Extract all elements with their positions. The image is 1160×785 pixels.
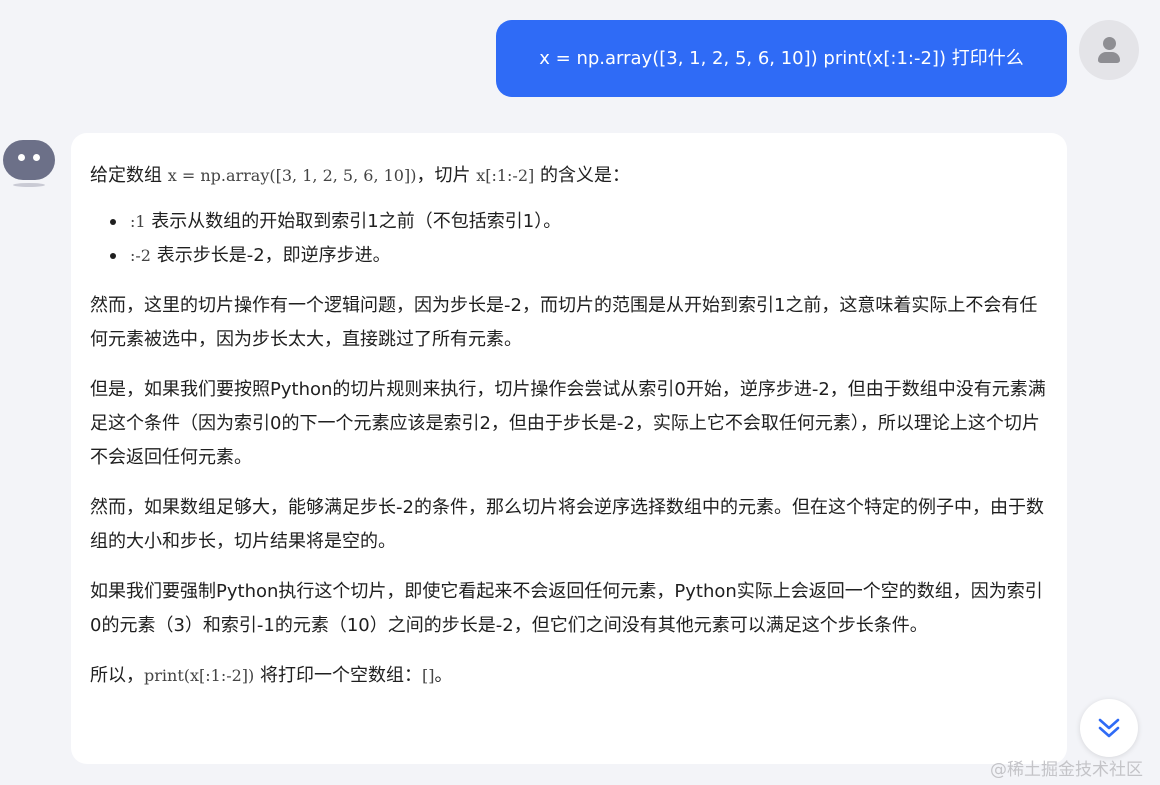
bullet-text: 表示从数组的开始取到索引1之前（不包括索引1）。 (145, 211, 562, 232)
conclusion-text-2: 将打印一个空数组： (254, 665, 423, 686)
bot-avatar-icon (3, 140, 55, 188)
answer-paragraph: 如果我们要强制Python执行这个切片，即使它看起来不会返回任何元素，Pytho… (90, 581, 1043, 636)
intro-text-3: 的含义是： (534, 165, 630, 186)
user-message-text: x = np.array([3, 1, 2, 5, 6, 10]) print(… (539, 48, 1024, 69)
bullet-dot (110, 219, 116, 225)
answer-paragraph: 然而，这里的切片操作有一个逻辑问题，因为步长是-2，而切片的范围是从开始到索引1… (90, 295, 1038, 350)
conclusion-code-empty: [] (422, 666, 435, 685)
bullet-code: :-2 (130, 246, 151, 265)
conclusion-code: print(x[:1:-2]) (144, 666, 255, 685)
bullet-code: :1 (130, 212, 146, 231)
assistant-answer-card: 给定数组 x = np.array([3, 1, 2, 5, 6, 10])，切… (71, 133, 1067, 764)
double-chevron-down-icon (1098, 718, 1120, 738)
answer-intro: 给定数组 x = np.array([3, 1, 2, 5, 6, 10])，切… (90, 159, 1049, 193)
scroll-to-bottom-button[interactable] (1080, 699, 1138, 757)
watermark-text: @稀土掘金技术社区 (990, 760, 1143, 780)
conclusion-text-1: 所以， (90, 665, 144, 686)
answer-paragraph: 但是，如果我们要按照Python的切片规则来执行，切片操作会尝试从索引0开始，逆… (90, 379, 1046, 468)
user-avatar-icon[interactable] (1079, 20, 1139, 80)
intro-code-array: x = np.array([3, 1, 2, 5, 6, 10]) (167, 166, 417, 185)
avatar-torso-shape (1098, 52, 1120, 63)
conclusion-text-3: 。 (434, 665, 453, 686)
intro-text-1: 给定数组 (90, 165, 168, 186)
bullet-dot (110, 253, 116, 259)
answer-paragraph: 然而，如果数组足够大，能够满足步长-2的条件，那么切片将会逆序选择数组中的元素。… (90, 497, 1044, 552)
intro-text-2: ，切片 (416, 165, 477, 186)
bot-eye-right (33, 154, 40, 161)
list-item: :1 表示从数组的开始取到索引1之前（不包括索引1）。 (110, 205, 1049, 239)
answer-conclusion: 所以，print(x[:1:-2]) 将打印一个空数组：[]。 (90, 659, 1049, 693)
answer-bullet-list: :1 表示从数组的开始取到索引1之前（不包括索引1）。 :-2 表示步长是-2，… (90, 205, 1049, 273)
bot-face (3, 140, 55, 180)
bot-shadow (13, 183, 45, 187)
avatar-head-shape (1103, 37, 1116, 50)
intro-code-slice: x[:1:-2] (476, 166, 535, 185)
user-message-bubble: x = np.array([3, 1, 2, 5, 6, 10]) print(… (496, 20, 1067, 97)
bot-eye-left (18, 154, 25, 161)
list-item: :-2 表示步长是-2，即逆序步进。 (110, 239, 1049, 273)
bullet-text: 表示步长是-2，即逆序步进。 (150, 245, 391, 266)
